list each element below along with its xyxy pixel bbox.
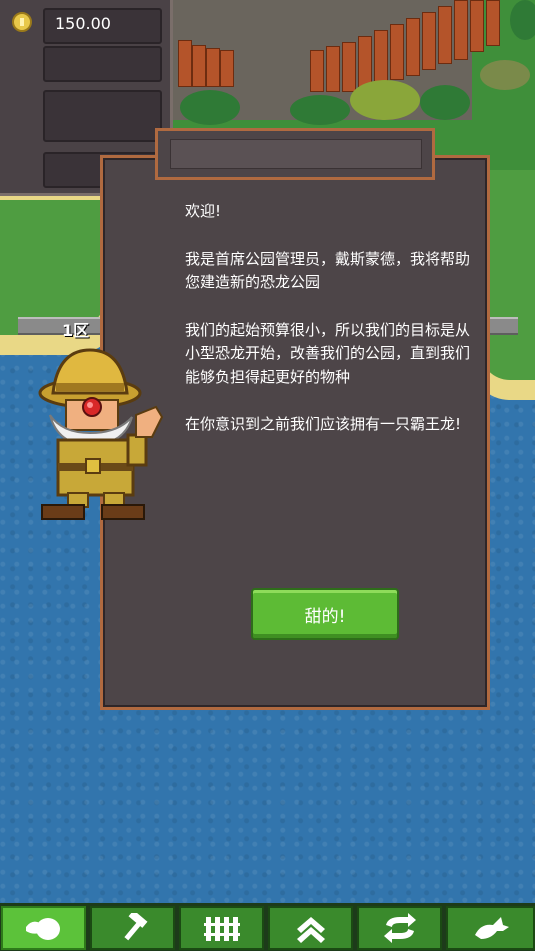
zone-label: 1区 (62, 321, 90, 340)
upgrade-chevron-icon (296, 917, 325, 943)
fence-post (310, 50, 324, 92)
swap-arrows-icon (383, 913, 416, 943)
fence-post (486, 0, 500, 46)
fence-post (206, 48, 220, 87)
dialog-line: 我是首席公园管理员，戴斯蒙德，我将帮助您建造新的恐龙公园 (185, 249, 471, 292)
fence-icon (203, 917, 240, 941)
fence-post (326, 46, 340, 92)
build-tab-button[interactable] (90, 906, 175, 950)
park-ranger-character (38, 348, 164, 520)
fence-post (192, 45, 206, 87)
fence-post (390, 24, 404, 80)
fence-post (178, 40, 192, 87)
bush (420, 85, 470, 120)
grass-area (0, 200, 110, 335)
bottom-toolbar (0, 903, 535, 951)
fence-post (406, 18, 420, 76)
money-value: 150.00 (55, 14, 111, 33)
stat-slot (43, 46, 162, 82)
confirm-button[interactable]: 甜的! (251, 588, 399, 640)
fence-post (358, 36, 372, 88)
dragon-icon (474, 917, 509, 939)
bush (350, 80, 420, 120)
fence-post (422, 12, 436, 70)
bush (180, 90, 240, 125)
dialog-title-bar (170, 139, 422, 169)
fence-post (454, 0, 468, 60)
dialog-line: 我们的起始预算很小，所以我们的目标是从小型恐龙开始，改善我们的公园，直到我们能够… (185, 320, 471, 386)
fence-post (438, 6, 452, 64)
bush (480, 60, 530, 90)
fence-post (220, 50, 234, 87)
bush (510, 0, 535, 40)
fence-post (470, 0, 484, 52)
bush (290, 95, 350, 125)
fences-tab-button[interactable] (179, 906, 264, 950)
fence-post (374, 30, 388, 84)
fence-post (342, 42, 356, 92)
swap-tab-button[interactable] (357, 906, 442, 950)
dinosaur-egg-icon (25, 918, 60, 940)
coin-icon (12, 12, 32, 32)
dialog-line: 在你意识到之前我们应该拥有一只霸王龙! (185, 415, 462, 433)
dragon-tab-button[interactable] (446, 906, 535, 950)
hammer-icon (123, 913, 147, 941)
stat-slot (43, 90, 162, 142)
dialog-line: 欢迎! (185, 202, 222, 220)
dialog-message: 欢迎! 我是首席公园管理员，戴斯蒙德，我将帮助您建造新的恐龙公园 我们的起始预算… (185, 200, 480, 461)
dialog-title-tab (155, 128, 435, 180)
dinosaurs-tab-button[interactable] (1, 906, 86, 950)
upgrade-tab-button[interactable] (268, 906, 353, 950)
